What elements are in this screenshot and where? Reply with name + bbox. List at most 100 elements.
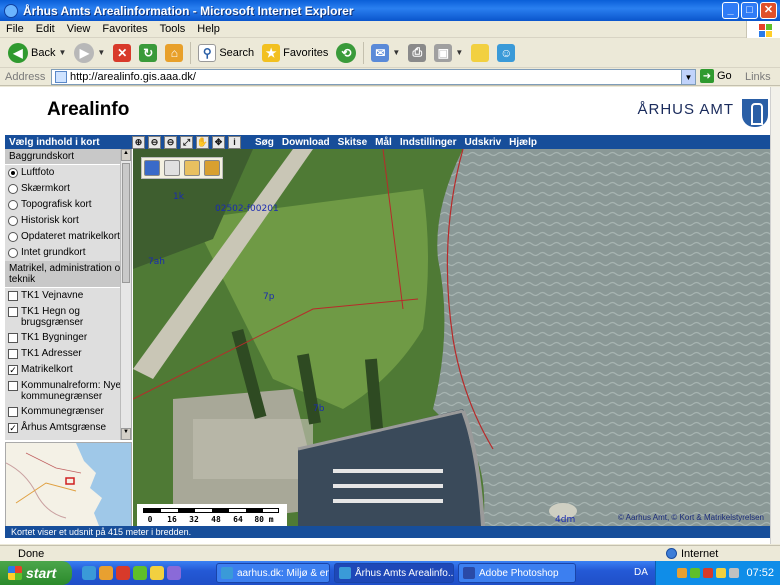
- save-icon[interactable]: [144, 160, 160, 176]
- links-button[interactable]: Links: [745, 71, 771, 83]
- address-input[interactable]: http://arealinfo.gis.aaa.dk/ ▼: [51, 69, 696, 85]
- checkbox-icon[interactable]: [8, 381, 18, 391]
- checkbox-icon[interactable]: [8, 333, 18, 343]
- media-icon[interactable]: [116, 566, 130, 580]
- mail-button[interactable]: ✉ ▼: [367, 41, 404, 65]
- tray-icon[interactable]: [677, 568, 688, 578]
- checkbox-icon[interactable]: [8, 349, 18, 359]
- maximize-button[interactable]: □: [741, 2, 758, 19]
- map-view[interactable]: 1k 02502-f00201 7ah 7p 7b 4dm 0 16 32 48…: [133, 149, 770, 526]
- forward-button[interactable]: ▶ ▼: [70, 41, 109, 65]
- radio-icon[interactable]: [8, 200, 18, 210]
- tray-icon[interactable]: [690, 568, 701, 578]
- app-icon[interactable]: [133, 566, 147, 580]
- nav-indstillinger[interactable]: Indstillinger: [400, 137, 457, 148]
- speaker-icon[interactable]: [729, 568, 740, 578]
- folder-icon[interactable]: [204, 160, 220, 176]
- overview-map[interactable]: [5, 442, 132, 530]
- check-matrikelkort[interactable]: ✓ Matrikelkort: [5, 362, 131, 378]
- menu-favorites[interactable]: Favorites: [96, 23, 153, 35]
- chevron-down-icon[interactable]: ▼: [681, 70, 695, 84]
- menu-view[interactable]: View: [61, 23, 97, 35]
- chevron-down-icon[interactable]: ▼: [97, 48, 105, 57]
- print-button[interactable]: ⎙: [404, 41, 430, 65]
- close-button[interactable]: ✕: [760, 2, 777, 19]
- nav-udskriv[interactable]: Udskriv: [464, 137, 501, 148]
- tray-icon[interactable]: [703, 568, 714, 578]
- minimize-button[interactable]: _: [722, 2, 739, 19]
- checkbox-checked-icon[interactable]: ✓: [8, 423, 18, 433]
- radio-icon[interactable]: [8, 216, 18, 226]
- scroll-thumb[interactable]: [122, 163, 130, 283]
- go-button[interactable]: ➜ Go: [700, 69, 732, 83]
- radio-icon[interactable]: [8, 248, 18, 258]
- check-vejnavne[interactable]: TK1 Vejnavne: [5, 288, 131, 304]
- pan-hand-icon[interactable]: ✋: [196, 135, 209, 149]
- chevron-down-icon[interactable]: ▼: [455, 48, 463, 57]
- radio-topografisk[interactable]: Topografisk kort: [5, 197, 131, 213]
- radio-historisk[interactable]: Historisk kort: [5, 213, 131, 229]
- nav-sog[interactable]: Søg: [255, 137, 274, 148]
- zoom-out-icon[interactable]: ⊖: [148, 135, 161, 149]
- zoom-extent-icon[interactable]: ⊖: [164, 135, 177, 149]
- discuss-button[interactable]: [467, 41, 493, 65]
- sidebar-scrollbar[interactable]: ▲ ▼: [120, 149, 131, 440]
- nav-menu: Søg Download Skitse Mål Indstillinger Ud…: [255, 137, 537, 148]
- menu-tools[interactable]: Tools: [154, 23, 192, 35]
- check-kommunalreform[interactable]: Kommunalreform: Nye kommunegrænser: [5, 378, 131, 404]
- check-hegn[interactable]: TK1 Hegn og brugsgrænser: [5, 304, 131, 330]
- menu-file[interactable]: File: [0, 23, 30, 35]
- ie-icon[interactable]: [82, 566, 96, 580]
- menu-edit[interactable]: Edit: [30, 23, 61, 35]
- search-button[interactable]: ⚲ Search: [194, 41, 258, 65]
- chevron-down-icon[interactable]: ▼: [392, 48, 400, 57]
- favorites-button[interactable]: ★ Favorites: [258, 41, 332, 65]
- folder-icon[interactable]: [150, 566, 164, 580]
- check-bygninger[interactable]: TK1 Bygninger: [5, 330, 131, 346]
- check-kommunegraenser[interactable]: Kommunegrænser: [5, 404, 131, 420]
- nav-skitse[interactable]: Skitse: [338, 137, 367, 148]
- stop-button[interactable]: ✕: [109, 41, 135, 65]
- check-adresser[interactable]: TK1 Adresser: [5, 346, 131, 362]
- scroll-up-icon[interactable]: ▲: [121, 149, 131, 161]
- task-aarhus[interactable]: aarhus.dk: Miljø & en...: [216, 563, 330, 583]
- task-photoshop[interactable]: Adobe Photoshop: [458, 563, 576, 583]
- info-icon[interactable]: i: [228, 135, 241, 149]
- firefox-icon[interactable]: [99, 566, 113, 580]
- checkbox-icon[interactable]: [8, 407, 18, 417]
- print-icon[interactable]: [164, 160, 180, 176]
- chevron-down-icon[interactable]: ▼: [58, 48, 66, 57]
- radio-icon[interactable]: [8, 232, 18, 242]
- task-arealinfo[interactable]: Århus Amts Arealinfo...: [334, 563, 454, 583]
- radio-icon[interactable]: [8, 184, 18, 194]
- home-button[interactable]: ⌂: [161, 41, 187, 65]
- check-amtsgraense[interactable]: ✓ Århus Amtsgrænse: [5, 420, 131, 436]
- mail-icon[interactable]: [184, 160, 200, 176]
- history-button[interactable]: ⟲: [332, 41, 360, 65]
- edit-button[interactable]: ▣ ▼: [430, 41, 467, 65]
- language-indicator[interactable]: DA: [634, 567, 648, 578]
- tray-icon[interactable]: [716, 568, 727, 578]
- radio-skaermkort[interactable]: Skærmkort: [5, 181, 131, 197]
- back-button[interactable]: ◀ Back ▼: [4, 41, 70, 65]
- checkbox-icon[interactable]: [8, 291, 18, 301]
- nav-maal[interactable]: Mål: [375, 137, 392, 148]
- start-button[interactable]: start: [0, 561, 72, 585]
- nav-download[interactable]: Download: [282, 137, 330, 148]
- zoom-box-icon[interactable]: ⤢: [180, 135, 193, 149]
- nav-hjaelp[interactable]: Hjælp: [509, 137, 537, 148]
- radio-opdateret[interactable]: Opdateret matrikelkort: [5, 229, 131, 245]
- browser-scrollbar[interactable]: [770, 87, 780, 544]
- radio-icon[interactable]: [8, 168, 18, 178]
- center-icon[interactable]: ✥: [212, 135, 225, 149]
- checkbox-checked-icon[interactable]: ✓: [8, 365, 18, 375]
- radio-luftfoto[interactable]: Luftfoto: [5, 165, 131, 181]
- messenger-button[interactable]: ☺: [493, 41, 519, 65]
- menu-help[interactable]: Help: [191, 23, 226, 35]
- checkbox-icon[interactable]: [8, 307, 18, 317]
- scroll-down-icon[interactable]: ▼: [121, 428, 131, 440]
- app-icon[interactable]: [167, 566, 181, 580]
- refresh-button[interactable]: ↻: [135, 41, 161, 65]
- radio-intet[interactable]: Intet grundkort: [5, 245, 131, 261]
- zoom-in-icon[interactable]: ⊕: [132, 135, 145, 149]
